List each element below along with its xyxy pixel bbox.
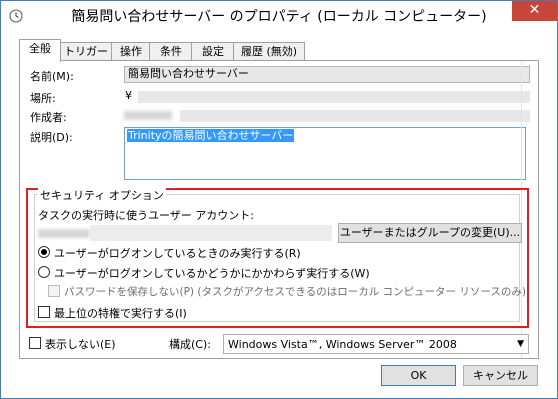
- tab-conditions[interactable]: 条件: [149, 42, 193, 61]
- description-label: 説明(D):: [30, 131, 73, 144]
- run-logged-on-radio[interactable]: [38, 246, 50, 258]
- configure-label: 構成(C):: [169, 338, 211, 351]
- configure-selected-value: Windows Vista™, Windows Server™ 2008: [228, 338, 457, 351]
- account-label: タスクの実行時に使うユーザー アカウント:: [38, 209, 254, 222]
- author-field-bg: [180, 110, 530, 122]
- location-value: ¥: [125, 89, 132, 102]
- location-label: 場所:: [30, 92, 56, 105]
- close-button[interactable]: ✕: [512, 1, 557, 21]
- name-field[interactable]: 簡易問い合わせサーバー: [124, 66, 530, 83]
- hidden-label[interactable]: 表示しない(E): [45, 336, 116, 352]
- security-options-legend: セキュリティ オプション: [38, 187, 166, 203]
- run-logged-on-label[interactable]: ユーザーがログオンしているときのみ実行する(R): [54, 245, 301, 261]
- run-always-radio[interactable]: [38, 266, 50, 278]
- title-bar[interactable]: 簡易問い合わせサーバー のプロパティ (ローカル コンピューター) ✕: [1, 1, 557, 31]
- name-label: 名前(M):: [30, 70, 74, 83]
- window-title: 簡易問い合わせサーバー のプロパティ (ローカル コンピューター): [71, 9, 487, 25]
- account-field-bg: [90, 225, 332, 241]
- tab-settings[interactable]: 設定: [191, 42, 235, 61]
- configure-dropdown[interactable]: Windows Vista™, Windows Server™ 2008 ▼: [223, 334, 529, 354]
- properties-dialog: 簡易問い合わせサーバー のプロパティ (ローカル コンピューター) ✕ 全般 ト…: [0, 0, 558, 399]
- tab-general[interactable]: 全般: [19, 39, 61, 62]
- general-tab-panel: 名前(M): 簡易問い合わせサーバー 場所: ¥ 作成者: 説明(D): Tri…: [19, 60, 539, 359]
- radio-selected-dot: [41, 249, 47, 255]
- run-always-label[interactable]: ユーザーがログオンしているかどうかにかかわらず実行する(W): [54, 265, 370, 281]
- tab-history[interactable]: 履歴 (無効): [233, 42, 305, 61]
- description-textarea[interactable]: Trinityの簡易問い合わせサーバー: [124, 127, 526, 180]
- close-icon: ✕: [528, 2, 541, 18]
- highest-privileges-label[interactable]: 最上位の特権で実行する(I): [54, 305, 187, 321]
- no-store-password-checkbox[interactable]: [48, 285, 60, 297]
- ok-button[interactable]: OK: [381, 365, 456, 386]
- cancel-button[interactable]: キャンセル: [463, 365, 538, 386]
- location-field-bg: [138, 91, 530, 103]
- author-label: 作成者:: [30, 111, 67, 124]
- hidden-checkbox[interactable]: [29, 337, 41, 349]
- account-redacted: [38, 229, 90, 238]
- change-user-group-button[interactable]: ユーザーまたはグループの変更(U)...: [338, 223, 522, 243]
- tab-actions[interactable]: 操作: [111, 42, 151, 61]
- no-store-password-label: パスワードを保存しない(P) (タスクがアクセスできるのはローカル コンピュータ…: [64, 286, 526, 298]
- description-selected-text: Trinityの簡易問い合わせサーバー: [127, 129, 295, 142]
- chevron-down-icon: ▼: [517, 339, 524, 349]
- author-redacted: [124, 111, 172, 120]
- highest-privileges-checkbox[interactable]: [38, 306, 50, 318]
- tab-triggers[interactable]: トリガー: [59, 42, 113, 61]
